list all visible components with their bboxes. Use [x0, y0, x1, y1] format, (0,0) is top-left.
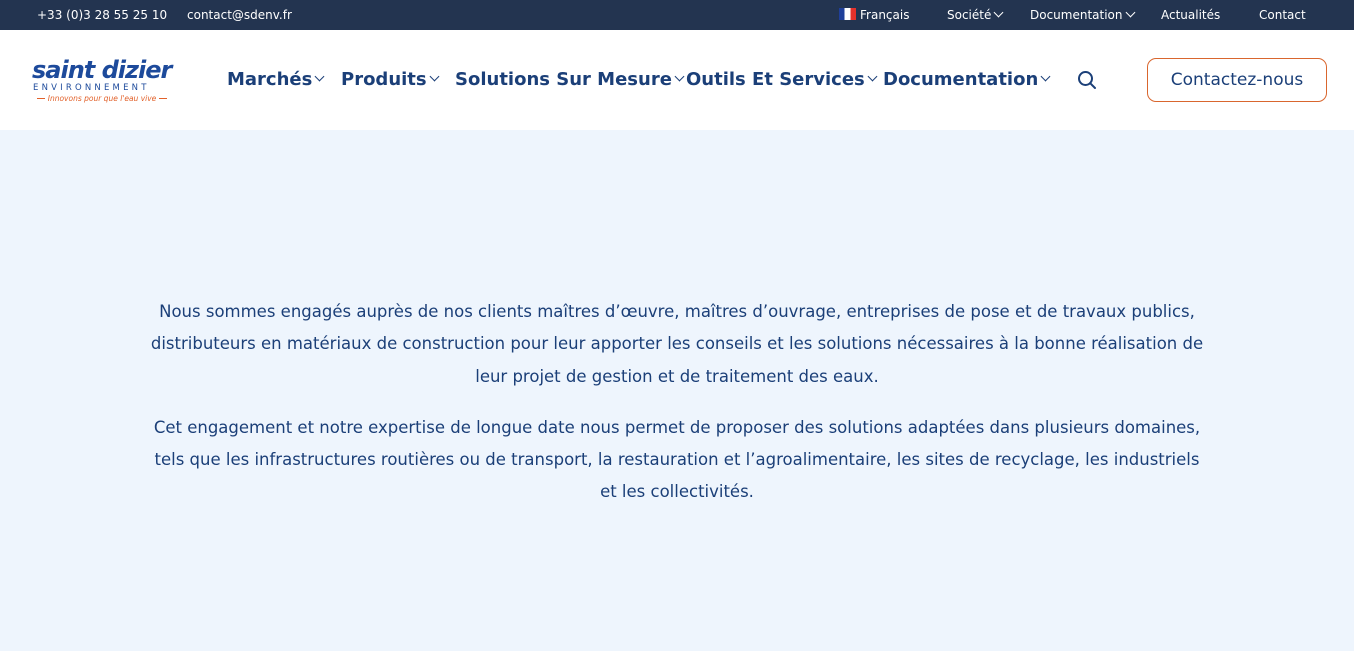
nav-outils-label: Outils Et Services [686, 69, 865, 90]
intro-paragraph-1: Nous sommes engagés auprès de nos client… [150, 302, 1204, 386]
search-button[interactable] [1075, 68, 1099, 92]
nav-produits[interactable]: Produits [341, 65, 440, 95]
language-label: Français [860, 8, 910, 22]
page: +33 (0)3 28 55 25 10 contact@sdenv.fr Fr… [0, 0, 1354, 651]
topbar-contact[interactable]: Contact [1259, 0, 1306, 30]
nav-documentation-label: Documentation [883, 69, 1039, 90]
topbar-actualites[interactable]: Actualités [1161, 0, 1220, 30]
phone-link[interactable]: +33 (0)3 28 55 25 10 [37, 0, 167, 30]
search-icon [1078, 71, 1096, 89]
language-selector[interactable]: Français [839, 0, 909, 30]
chevron-down-icon [993, 7, 1004, 18]
contact-us-button[interactable]: Contactez-nous [1147, 58, 1327, 102]
nav-solutions-sur-mesure[interactable]: Solutions Sur Mesure [455, 65, 685, 95]
chevron-down-icon [867, 71, 878, 82]
main-header: saint dizier ENVIRONNEMENT Innovons pour… [0, 30, 1354, 130]
logo[interactable]: saint dizier ENVIRONNEMENT Innovons pour… [32, 56, 174, 106]
chevron-down-icon [1125, 7, 1135, 18]
intro-text: Nous sommes engagés auprès de nos client… [150, 296, 1204, 527]
logo-name: saint dizier [32, 56, 172, 84]
topbar-documentation-label: Documentation [1030, 8, 1123, 22]
nav-outils-et-services[interactable]: Outils Et Services [686, 65, 878, 95]
flag-fr-icon [839, 8, 856, 20]
intro-paragraph-2: Cet engagement et notre expertise de lon… [153, 417, 1201, 502]
email-link[interactable]: contact@sdenv.fr [187, 0, 292, 30]
chevron-down-icon [429, 71, 440, 82]
topbar-societe-label: Société [947, 8, 992, 22]
scrollbar[interactable] [1354, 0, 1366, 651]
nav-marches[interactable]: Marchés [227, 65, 325, 95]
logo-subtitle: ENVIRONNEMENT [33, 83, 150, 93]
chevron-down-icon [314, 71, 325, 82]
chevron-down-icon [674, 71, 685, 82]
topbar-documentation[interactable]: Documentation [1030, 0, 1135, 30]
chevron-down-icon [1040, 71, 1051, 82]
logo-tagline: Innovons pour que l'eau vive [32, 94, 172, 103]
nav-marches-label: Marchés [227, 69, 313, 90]
nav-documentation[interactable]: Documentation [883, 65, 1051, 95]
topbar-societe[interactable]: Société [947, 0, 1004, 30]
top-bar: +33 (0)3 28 55 25 10 contact@sdenv.fr Fr… [0, 0, 1354, 30]
nav-solutions-label: Solutions Sur Mesure [455, 69, 672, 90]
nav-produits-label: Produits [341, 69, 427, 90]
